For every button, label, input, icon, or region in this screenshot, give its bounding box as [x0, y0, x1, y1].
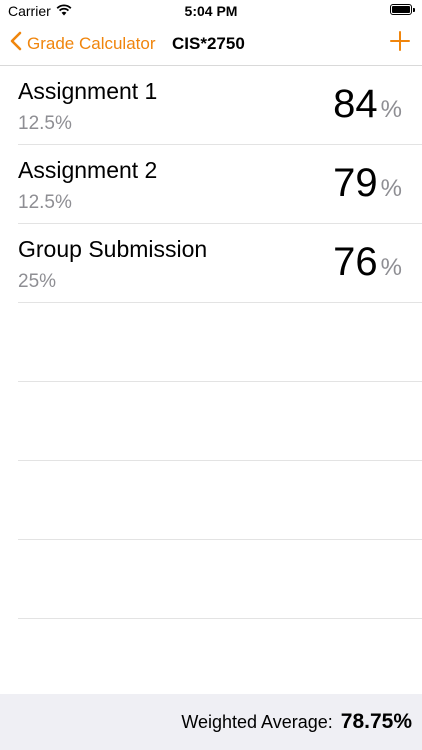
chevron-left-icon	[10, 31, 27, 56]
grade-value: 79	[333, 161, 378, 205]
status-time: 5:04 PM	[184, 3, 238, 19]
empty-row	[18, 303, 422, 382]
empty-row	[18, 540, 422, 619]
item-name: Group Submission	[18, 236, 208, 262]
grade-unit: %	[380, 96, 402, 123]
item-grade: 76 %	[333, 242, 402, 282]
weighted-average-bar: Weighted Average: 78.75%	[0, 694, 422, 750]
grade-unit: %	[380, 254, 402, 281]
grade-unit: %	[380, 175, 402, 202]
battery-icon	[390, 4, 415, 15]
grade-list: Assignment 1 12.5% 84 % Assignment 2 12.…	[0, 66, 422, 619]
status-bar: Carrier 5:04 PM	[0, 0, 422, 22]
grade-value: 76	[333, 240, 378, 284]
add-button[interactable]	[390, 22, 410, 65]
item-weight: 25%	[18, 271, 57, 292]
list-item[interactable]: Assignment 1 12.5% 84 %	[18, 66, 422, 145]
list-item[interactable]: Group Submission 25% 76 %	[18, 224, 422, 303]
page-title: CIS*2750	[172, 33, 245, 53]
item-name: Assignment 1	[18, 78, 158, 104]
list-item[interactable]: Assignment 2 12.5% 79 %	[18, 145, 422, 224]
item-weight: 12.5%	[18, 192, 72, 213]
back-button-label: Grade Calculator	[27, 33, 156, 53]
back-button[interactable]: Grade Calculator	[10, 22, 156, 65]
weighted-average-value: 78.75%	[340, 710, 412, 733]
item-grade: 79 %	[333, 163, 402, 203]
plus-icon	[390, 31, 410, 56]
empty-row	[18, 382, 422, 461]
navigation-bar: Grade Calculator CIS*2750	[0, 22, 422, 66]
item-weight: 12.5%	[18, 113, 72, 134]
weighted-average-label: Weighted Average:	[181, 711, 333, 732]
grade-value: 84	[333, 82, 378, 126]
item-grade: 84 %	[333, 84, 402, 124]
item-name: Assignment 2	[18, 157, 158, 183]
empty-row	[18, 461, 422, 540]
